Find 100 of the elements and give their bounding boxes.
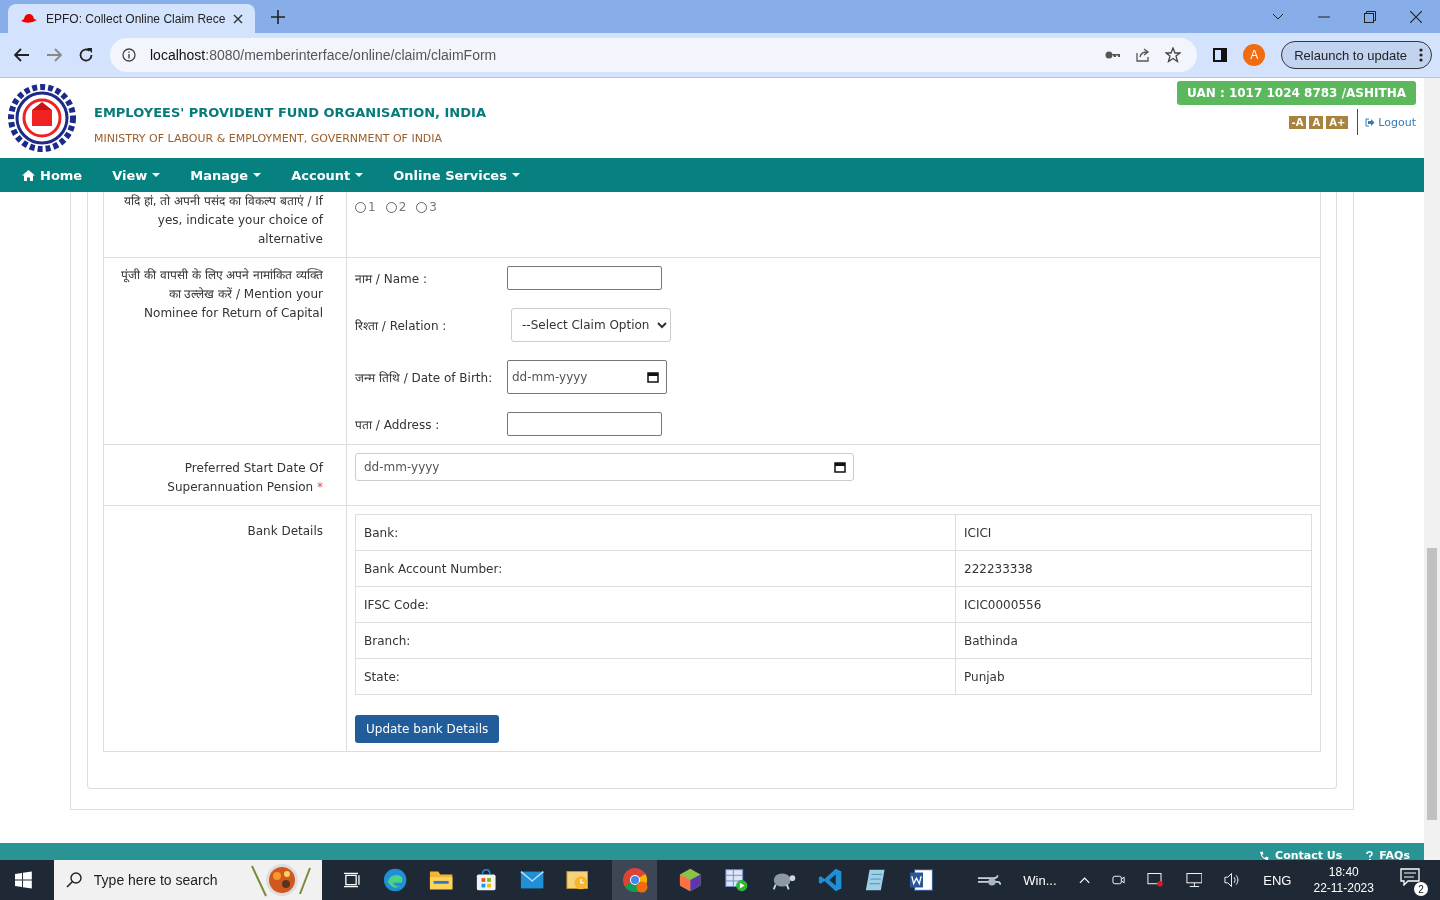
minimize-icon[interactable] (1318, 15, 1330, 18)
star-icon[interactable] (1165, 47, 1182, 63)
new-tab-icon[interactable] (271, 9, 286, 24)
cube-icon[interactable] (679, 867, 702, 893)
mail-envelope-icon[interactable] (519, 870, 544, 890)
folder-icon[interactable] (428, 869, 454, 891)
caret-icon (152, 173, 161, 177)
language-indicator[interactable]: ENG (1263, 872, 1292, 888)
radio-option[interactable]: 2 (385, 200, 407, 214)
nav-menu-item[interactable]: Online Services (393, 167, 520, 183)
nav-menu-item[interactable]: Manage (190, 167, 262, 183)
table-cell: ICICI (955, 514, 1312, 551)
table-play-icon[interactable] (723, 867, 748, 893)
calendar-icon[interactable] (834, 461, 846, 473)
weather-text[interactable]: Win... (1023, 872, 1057, 888)
caret-icon (511, 173, 520, 177)
chevron-down-icon[interactable] (1272, 12, 1284, 21)
logout-icon (1365, 117, 1376, 127)
date-input[interactable]: dd-mm-yyyy (507, 360, 667, 394)
relaunch-button[interactable]: Relaunch to update (1281, 41, 1432, 69)
calendar-clock-icon[interactable] (565, 868, 591, 892)
search-icon (65, 872, 82, 888)
font-size-button[interactable]: -A (1288, 115, 1307, 129)
organisation-title: EMPLOYEES' PROVIDENT FUND ORGANISATION, INDIA (94, 105, 486, 120)
field-label: पता / Address : (355, 416, 441, 433)
taskbar-search-field[interactable]: Type here to search (53, 860, 322, 900)
notepad-icon[interactable] (864, 867, 887, 893)
caret-icon (253, 173, 262, 177)
radio-option[interactable]: 1 (355, 200, 376, 214)
font-size-button[interactable]: A+ (1326, 115, 1349, 129)
caret-icon (355, 173, 364, 177)
wind-icon (977, 873, 1002, 887)
text-input[interactable] (507, 266, 662, 290)
text-input[interactable] (507, 412, 662, 436)
chrome-icon[interactable] (621, 867, 648, 893)
chevron-up-icon[interactable] (1078, 876, 1090, 884)
hat-icon (20, 12, 38, 25)
field-label: Preferred Start Date Of Superannuation Pension * (167, 461, 323, 494)
field-label: रिश्ता / Relation : (355, 317, 448, 334)
relation-dropdown[interactable]: --Select Claim Option (511, 308, 671, 342)
field-label: पूंजी की वापसी के लिए अपने नामांकित व्यक्ति का उल्लेख करें / Mention your Nominee for Return of Capital (121, 268, 323, 320)
info-icon (122, 48, 136, 62)
scrollbar[interactable] (1424, 78, 1440, 860)
field-label: नाम / Name : (355, 270, 428, 287)
update-bank-button[interactable]: Update bank Details (355, 715, 500, 743)
font-size-button[interactable]: A (1309, 115, 1324, 129)
field-label: जन्म तिथि / Date of Birth: (355, 369, 494, 386)
clock-time: 18:40 (1328, 865, 1359, 879)
reload-icon[interactable] (78, 47, 94, 63)
task-view-icon[interactable] (343, 872, 361, 888)
profile-avatar[interactable]: A (1243, 44, 1266, 66)
tab-title: EPFO: Collect Online Claim Rece (46, 11, 226, 26)
date-input[interactable]: dd-mm-yyyy (355, 453, 854, 481)
key-icon[interactable] (1105, 50, 1122, 60)
table-cell: ICIC0000556 (955, 586, 1312, 623)
field-label: यदि हां, तो अपनी पसंद का विकल्प बताएं / If yes, indicate your choice of alternative (124, 194, 323, 246)
back-icon[interactable] (14, 48, 30, 62)
browser-tab[interactable]: EPFO: Collect Online Claim Rece (8, 4, 256, 33)
nav-menu-item[interactable]: View (112, 167, 161, 183)
nav-menu-item[interactable]: Account (291, 167, 364, 183)
share-icon[interactable] (1135, 47, 1152, 63)
clock-date: 22-11-2023 (1313, 881, 1374, 895)
menu-icon[interactable] (1419, 48, 1423, 62)
home-icon (22, 169, 35, 181)
browser-wave-icon[interactable] (382, 867, 407, 893)
document-w-icon[interactable] (908, 868, 934, 892)
network-icon[interactable] (1185, 872, 1203, 888)
side-panel-icon[interactable] (1213, 48, 1228, 62)
table-cell: Punjab (955, 658, 1312, 695)
contact-link[interactable]: Contact Us (1259, 849, 1343, 860)
table-cell: State: (355, 658, 956, 695)
display-alert-icon[interactable] (1146, 872, 1164, 888)
nav-menu-item[interactable]: Home (22, 167, 83, 183)
close-icon[interactable] (233, 13, 244, 24)
restore-icon[interactable] (1364, 10, 1376, 23)
calendar-icon[interactable] (647, 371, 659, 383)
emblem-logo (8, 84, 76, 152)
uan-badge: UAN : 1017 1024 8783 /ASHITHA (1177, 81, 1416, 105)
table-cell: Bank Account Number: (355, 550, 956, 587)
address-bar[interactable]: localhost:8080/memberinterface/online/claim/claimForm (110, 38, 1198, 72)
close-icon[interactable] (1410, 10, 1422, 23)
table-cell: Bank: (355, 514, 956, 551)
radio-option[interactable]: 3 (416, 200, 437, 214)
phone-icon (1259, 850, 1270, 860)
table-cell: 222233338 (955, 550, 1312, 587)
faqs-link[interactable]: FAQs (1366, 849, 1410, 860)
store-bag-icon[interactable] (475, 868, 498, 892)
table-cell: Bathinda (955, 622, 1312, 659)
field-label: Bank Details (247, 524, 323, 538)
url-text: localhost:8080/memberinterface/online/claim/claimForm (150, 47, 497, 63)
notifications-button[interactable]: 2 (1395, 864, 1428, 896)
windows-start-icon[interactable] (15, 871, 32, 889)
speaker-icon[interactable] (1224, 872, 1242, 888)
code-editor-icon[interactable] (818, 867, 843, 893)
ministry-subtitle: MINISTRY OF LABOUR & EMPLOYMENT, GOVERNMENT OF INDIA (94, 132, 444, 145)
table-cell: IFSC Code: (355, 586, 956, 623)
table-cell: Branch: (355, 622, 956, 659)
question-icon (1366, 850, 1374, 860)
logout-link[interactable]: Logout (1365, 115, 1416, 129)
forward-icon[interactable] (46, 48, 62, 62)
